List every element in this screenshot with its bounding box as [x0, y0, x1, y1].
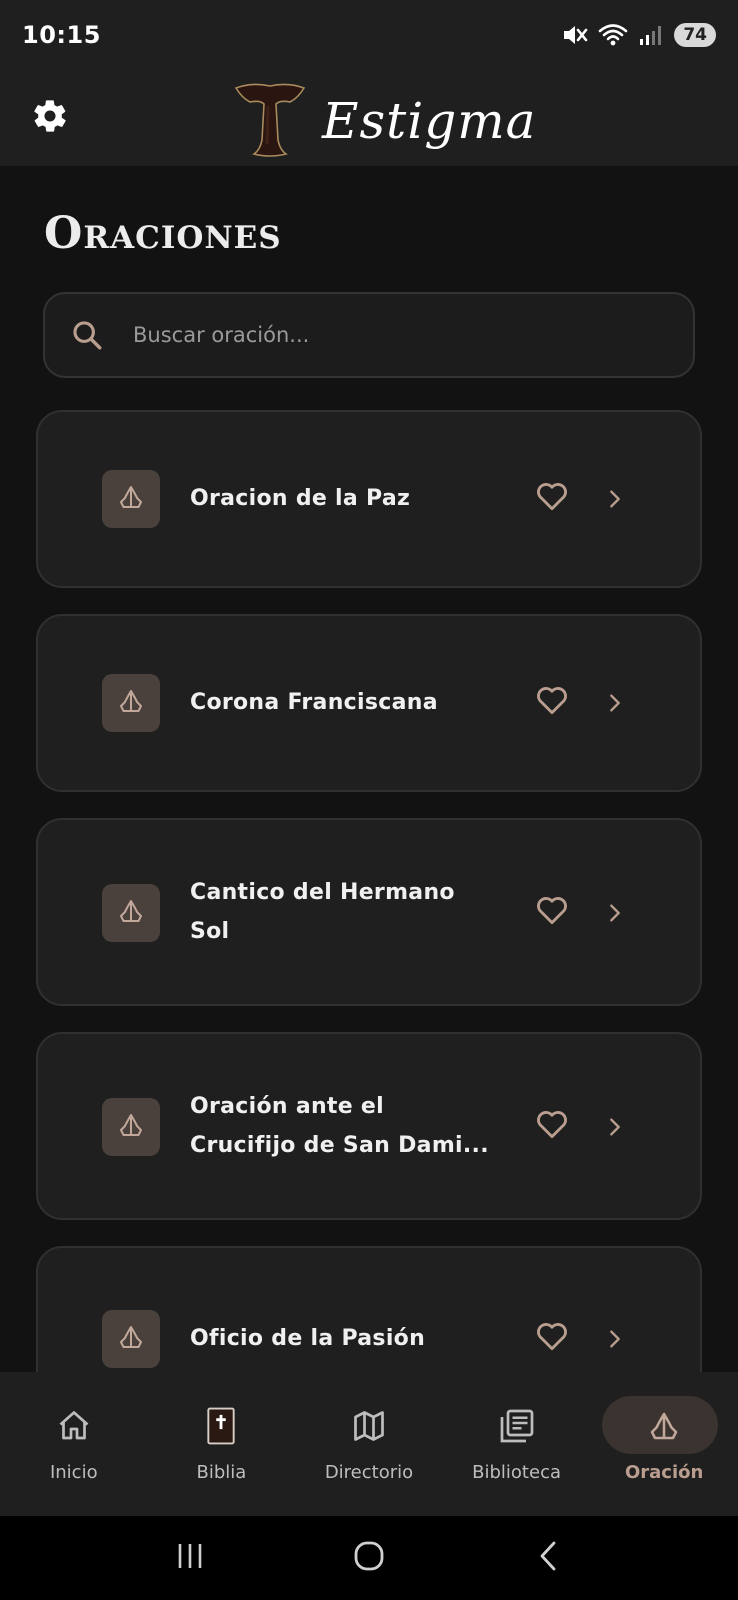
library-icon	[495, 1404, 539, 1448]
heart-icon	[533, 1317, 571, 1359]
brand: Estigma	[232, 80, 536, 162]
favorite-button[interactable]	[530, 1104, 574, 1148]
chevron-right-icon	[600, 898, 630, 928]
home-circle-icon	[353, 1540, 385, 1576]
prayer-card[interactable]: Corona Franciscana	[36, 614, 702, 792]
status-icons: 74	[562, 23, 716, 47]
home-button[interactable]	[339, 1528, 399, 1588]
signal-icon	[638, 23, 662, 47]
gear-icon	[31, 97, 69, 139]
app-header: Estigma	[0, 70, 738, 166]
back-icon	[536, 1540, 560, 1576]
battery-badge: 74	[674, 23, 716, 47]
prayer-card[interactable]: Oración ante el Crucifijo de San Dami...	[36, 1032, 702, 1220]
system-nav-bar	[0, 1516, 738, 1600]
heart-icon	[533, 891, 571, 933]
recent-apps-icon	[175, 1542, 205, 1574]
favorite-button[interactable]	[530, 1316, 574, 1360]
prayer-icon-tile	[102, 1310, 160, 1368]
prayer-icon-tile	[102, 470, 160, 528]
status-time: 10:15	[22, 21, 101, 49]
favorite-button[interactable]	[530, 890, 574, 934]
search-icon	[67, 315, 107, 355]
settings-button[interactable]	[30, 98, 70, 138]
praying-hands-icon	[116, 1110, 146, 1144]
screen: 10:15 74 Estigma Oraciones Buscar oració…	[0, 0, 738, 1600]
nav-label: Inicio	[49, 1462, 98, 1483]
nav-label: Biblioteca	[472, 1462, 561, 1483]
prayer-card[interactable]: Oficio de la Pasión	[36, 1246, 702, 1372]
recent-apps-button[interactable]	[160, 1528, 220, 1588]
heart-icon	[533, 477, 571, 519]
praying-hands-icon	[642, 1404, 686, 1448]
tau-cross-logo	[232, 80, 308, 162]
chevron-right-icon	[600, 1112, 630, 1142]
nav-item-biblioteca[interactable]: Biblioteca	[443, 1372, 591, 1516]
wifi-icon	[598, 23, 628, 47]
prayer-name: Oficio de la Pasión	[190, 1326, 426, 1351]
nav-item-inicio[interactable]: Inicio	[0, 1372, 148, 1516]
content-area: Oraciones Oracion de la Paz	[0, 166, 738, 1372]
prayer-name: Cantico del Hermano Sol	[190, 880, 455, 944]
nav-item-directorio[interactable]: Directorio	[295, 1372, 443, 1516]
mute-icon	[562, 23, 588, 47]
favorite-button[interactable]	[530, 476, 574, 520]
heart-icon	[533, 681, 571, 723]
prayer-name: Oracion de la Paz	[190, 486, 411, 511]
app-title: Estigma	[322, 92, 537, 150]
prayer-icon-tile	[102, 884, 160, 942]
prayer-icon-tile	[102, 674, 160, 732]
bible-icon	[199, 1404, 243, 1448]
prayer-icon-tile	[102, 1098, 160, 1156]
heart-icon	[533, 1105, 571, 1147]
back-button[interactable]	[518, 1528, 578, 1588]
status-bar: 10:15 74	[0, 0, 738, 70]
nav-label: Oración	[624, 1462, 704, 1483]
nav-label: Directorio	[324, 1462, 414, 1483]
favorite-button[interactable]	[530, 680, 574, 724]
praying-hands-icon	[116, 482, 146, 516]
map-icon	[347, 1404, 391, 1448]
chevron-right-icon	[600, 484, 630, 514]
prayer-name: Corona Franciscana	[190, 690, 438, 715]
nav-label: Biblia	[196, 1462, 247, 1483]
praying-hands-icon	[116, 1322, 146, 1356]
nav-item-oracion[interactable]: Oración	[590, 1372, 738, 1516]
praying-hands-icon	[116, 896, 146, 930]
chevron-right-icon	[600, 1324, 630, 1354]
chevron-right-icon	[600, 688, 630, 718]
bottom-nav: Inicio Biblia Directorio Biblioteca Orac…	[0, 1372, 738, 1516]
nav-item-biblia[interactable]: Biblia	[148, 1372, 296, 1516]
search-box[interactable]	[43, 292, 695, 378]
search-input[interactable]	[133, 323, 653, 347]
praying-hands-icon	[116, 686, 146, 720]
prayer-card[interactable]: Oracion de la Paz	[36, 410, 702, 588]
prayer-name: Oración ante el Crucifijo de San Dami...	[190, 1094, 489, 1158]
prayer-card[interactable]: Cantico del Hermano Sol	[36, 818, 702, 1006]
home-icon	[52, 1404, 96, 1448]
page-title: Oraciones	[44, 208, 282, 259]
